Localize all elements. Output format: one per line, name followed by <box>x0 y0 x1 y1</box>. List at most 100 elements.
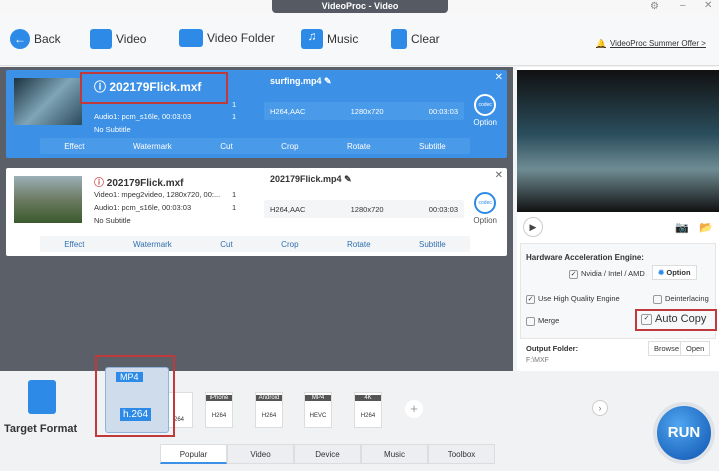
add-music-button[interactable]: ♫ Music <box>301 29 358 49</box>
deinterlacing-label: Deinterlacing <box>665 294 709 303</box>
video-label: Video <box>116 32 147 46</box>
trash-icon <box>391 29 407 49</box>
output-spec: H264,AAC 1280x720 00:03:03 <box>264 102 464 120</box>
video-add-icon <box>90 29 112 49</box>
remove-card-button[interactable]: ✕ <box>495 170 503 181</box>
video-track-count: 1 <box>232 190 237 199</box>
minimize-button[interactable]: – <box>680 0 686 11</box>
highlight-box <box>635 309 717 331</box>
cut-button[interactable]: Cut <box>220 240 232 249</box>
open-folder-icon[interactable]: 📂 <box>699 221 713 234</box>
subtitle-track[interactable]: No Subtitle <box>94 216 131 225</box>
remove-card-button[interactable]: ✕ <box>495 72 503 83</box>
toolbar: ← Back Video Video Folder ♫ Music Clear 🔔 V… <box>0 14 719 66</box>
format-codec: H264 <box>360 413 376 419</box>
effect-button[interactable]: Effect <box>64 142 84 151</box>
format-item[interactable]: 4K H264 <box>354 392 382 428</box>
back-button[interactable]: ← Back <box>10 29 61 49</box>
format-item[interactable]: iPhone H264 <box>205 392 233 428</box>
edit-pencil-icon[interactable]: ✎ <box>324 76 332 86</box>
deinterlacing-checkbox[interactable]: Deinterlacing <box>653 294 709 304</box>
high-quality-label: Use High Quality Engine <box>538 294 620 303</box>
audio-track: Audio1: pcm_s16le, 00:03:03 <box>94 112 192 121</box>
preview-player <box>517 70 719 212</box>
cut-button[interactable]: Cut <box>220 142 232 151</box>
codec-gear-icon: codec <box>474 192 497 214</box>
codec-option-button[interactable]: codec Option <box>473 94 497 127</box>
highlight-box <box>95 355 175 437</box>
rotate-button[interactable]: Rotate <box>347 142 371 151</box>
watermark-button[interactable]: Watermark <box>133 142 172 151</box>
source-filename: ⓘ 202179Flick.mxf <box>94 174 184 189</box>
play-button[interactable]: ▶ <box>523 217 543 237</box>
tab-music[interactable]: Music <box>361 444 428 464</box>
output-name: surfing.mp4 <box>270 76 322 86</box>
video-list: ⓘ 202179Flick.mxf Audio1: pcm_s16le, 00:… <box>0 67 513 371</box>
tab-device[interactable]: Device <box>294 444 361 464</box>
folder-add-icon <box>179 29 203 47</box>
format-item[interactable]: MP4 HEVC <box>304 392 332 428</box>
output-folder-label: Output Folder: <box>526 344 579 353</box>
music-label: Music <box>327 32 359 46</box>
output-folder-path: F:\MXF <box>526 357 549 364</box>
tab-popular[interactable]: Popular <box>160 444 227 464</box>
audio-track-count: 1 <box>232 112 237 121</box>
close-window-button[interactable]: ✕ <box>704 0 712 11</box>
codec-option-button[interactable]: codec Option <box>473 192 497 225</box>
run-button[interactable]: RUN <box>653 402 715 464</box>
crop-button[interactable]: Crop <box>281 142 298 151</box>
output-spec: H264,AAC 1280x720 00:03:03 <box>264 200 464 218</box>
offer-label: VideoProc Summer Offer > <box>609 39 706 48</box>
subtitle-button[interactable]: Subtitle <box>419 240 446 249</box>
format-tag: Android <box>256 395 282 401</box>
add-video-button[interactable]: Video <box>90 29 146 49</box>
codec: H264,AAC <box>270 204 306 214</box>
rotate-button[interactable]: Rotate <box>347 240 371 249</box>
next-formats-button[interactable]: › <box>592 400 608 416</box>
output-filename[interactable]: surfing.mp4 ✎ <box>270 76 332 87</box>
effect-button[interactable]: Effect <box>64 240 84 249</box>
clear-button[interactable]: Clear <box>391 29 440 49</box>
codec: H264,AAC <box>270 106 306 116</box>
format-item[interactable]: Android H264 <box>255 392 283 428</box>
snapshot-camera-icon[interactable]: 📷 <box>675 221 689 234</box>
tab-toolbox[interactable]: Toolbox <box>428 444 495 464</box>
merge-checkbox[interactable]: Merge <box>526 316 559 326</box>
clear-label: Clear <box>411 32 440 46</box>
audio-track-count: 1 <box>232 203 237 212</box>
target-format-icon <box>28 380 56 414</box>
edit-pencil-icon[interactable]: ✎ <box>344 174 352 184</box>
summer-offer-link[interactable]: 🔔 VideoProc Summer Offer > <box>596 39 706 48</box>
hw-option-button[interactable]: ✹ Option <box>652 265 697 280</box>
video-thumbnail <box>14 78 82 125</box>
highlight-box <box>80 72 228 104</box>
video-card[interactable]: ⓘ 202179Flick.mxf Video1: mpeg2video, 12… <box>6 168 507 256</box>
tab-video[interactable]: Video <box>227 444 294 464</box>
output-filename[interactable]: 202179Flick.mp4 ✎ <box>270 174 352 185</box>
resolution: 1280x720 <box>350 204 384 214</box>
subtitle-track[interactable]: No Subtitle <box>94 125 131 134</box>
format-codec: H264 <box>211 413 227 419</box>
duration: 00:03:03 <box>428 106 458 116</box>
format-tag: MP4 <box>305 395 331 401</box>
open-button[interactable]: Open <box>680 341 711 356</box>
video-folder-label: Video Folder <box>207 31 275 45</box>
high-quality-checkbox[interactable]: ✓ Use High Quality Engine <box>526 294 620 304</box>
watermark-button[interactable]: Watermark <box>133 240 172 249</box>
crop-button[interactable]: Crop <box>281 240 298 249</box>
edit-toolbar: Effect Watermark Cut Crop Rotate Subtitle <box>40 138 470 154</box>
back-arrow-icon: ← <box>10 29 30 49</box>
hw-vendor-label: Nvidia / Intel / AMD <box>581 269 645 278</box>
add-format-button[interactable]: + <box>405 400 423 418</box>
info-icon: ⓘ <box>94 178 107 189</box>
format-tag: 4K <box>355 395 381 401</box>
format-tag: iPhone <box>206 395 232 401</box>
add-video-folder-button[interactable]: Video Folder <box>179 29 275 47</box>
edit-toolbar: Effect Watermark Cut Crop Rotate Subtitle <box>40 236 470 252</box>
video-track-count: 1 <box>232 100 237 109</box>
audio-track: Audio1: pcm_s16le, 00:03:03 <box>94 203 192 212</box>
subtitle-button[interactable]: Subtitle <box>419 142 446 151</box>
settings-icon[interactable]: ⚙ <box>650 1 659 12</box>
hw-vendor-checkbox[interactable]: ✓ Nvidia / Intel / AMD <box>569 269 645 279</box>
format-tabs: Popular Video Device Music Toolbox <box>160 444 495 464</box>
